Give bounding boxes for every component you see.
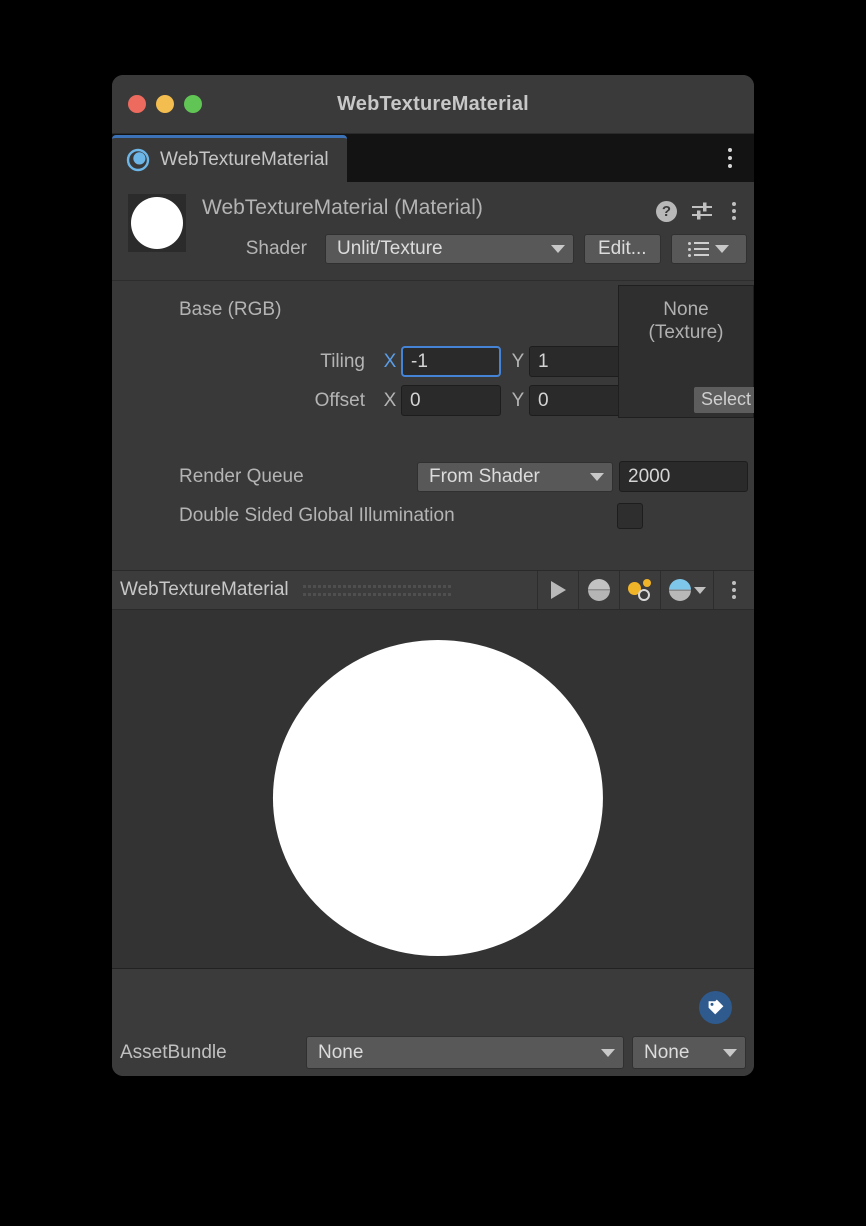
- preview-tool-group: [537, 571, 754, 609]
- preview-environment-button[interactable]: [660, 571, 713, 609]
- kebab-menu-icon: [728, 579, 740, 601]
- double-sided-gi-checkbox[interactable]: [617, 503, 643, 529]
- double-sided-gi-label: Double Sided Global Illumination: [179, 505, 455, 526]
- tiling-x-axis-label[interactable]: X: [379, 351, 401, 373]
- offset-label: Offset: [314, 389, 365, 411]
- chevron-down-icon: [693, 586, 706, 594]
- render-queue-mode: From Shader: [429, 465, 540, 487]
- inspector-kebab-menu-icon[interactable]: [728, 200, 740, 222]
- chevron-down-icon: [715, 245, 730, 253]
- play-icon: [550, 581, 566, 599]
- preview-play-button[interactable]: [537, 571, 578, 609]
- material-sphere-icon: [126, 148, 150, 172]
- shader-dropdown[interactable]: Unlit/Texture: [325, 234, 574, 264]
- tiling-y-input[interactable]: 1: [529, 346, 629, 377]
- header-icon-group: ?: [656, 200, 740, 222]
- shader-label: Shader: [245, 238, 307, 259]
- material-properties: Base (RGB) Tiling X -1 Y 1 Offset X 0 Y …: [112, 281, 754, 571]
- assetbundle-name-dropdown[interactable]: None: [306, 1036, 624, 1069]
- minimize-window-button[interactable]: [156, 95, 174, 113]
- render-queue-value-input[interactable]: 2000: [619, 461, 748, 492]
- offset-y-axis-label[interactable]: Y: [507, 390, 529, 412]
- chevron-down-icon: [590, 472, 604, 481]
- tiling-y-axis-label[interactable]: Y: [507, 351, 529, 373]
- offset-x-axis-label[interactable]: X: [379, 390, 401, 412]
- material-title: WebTextureMaterial (Material): [202, 196, 483, 219]
- preview-options-button[interactable]: [713, 571, 754, 609]
- assetbundle-variant-value: None: [644, 1041, 690, 1063]
- edit-shader-button[interactable]: Edit...: [584, 234, 661, 264]
- preview-sphere: [272, 640, 603, 956]
- assetbundle-row: AssetBundle None None: [120, 1036, 746, 1069]
- preview-mesh-button[interactable]: [578, 571, 619, 609]
- texture-slot-text: None (Texture): [619, 298, 753, 344]
- preview-lighting-button[interactable]: [619, 571, 660, 609]
- tab-webtexturematerial[interactable]: WebTextureMaterial: [112, 135, 347, 182]
- window-titlebar: WebTextureMaterial: [112, 75, 754, 134]
- traffic-light-group: [128, 95, 202, 113]
- preview-toolbar: WebTextureMaterial: [112, 571, 754, 610]
- assetbundle-name-value: None: [318, 1041, 364, 1063]
- lighting-icon: [628, 579, 652, 601]
- tiling-x-input[interactable]: -1: [401, 346, 501, 377]
- shader-dropdown-value: Unlit/Texture: [337, 238, 443, 259]
- offset-x-input[interactable]: 0: [401, 385, 501, 416]
- render-queue-row: Render Queue From Shader 2000: [112, 461, 748, 492]
- sphere-icon: [588, 579, 610, 601]
- inspector-window: WebTextureMaterial WebTextureMaterial We…: [112, 75, 754, 1076]
- offset-row: Offset X 0 Y 0: [112, 385, 629, 416]
- help-icon[interactable]: ?: [656, 200, 677, 222]
- environment-sphere-icon: [668, 579, 691, 601]
- tiling-row: Tiling X -1 Y 1: [112, 346, 629, 377]
- assetbundle-label: AssetBundle: [120, 1041, 227, 1063]
- chevron-down-icon: [601, 1048, 615, 1057]
- asset-label-tag-icon[interactable]: [699, 991, 732, 1024]
- window-title: WebTextureMaterial: [337, 92, 529, 115]
- texture-select-button[interactable]: Select: [693, 387, 754, 413]
- preset-icon[interactable]: [691, 201, 714, 221]
- render-queue-label: Render Queue: [179, 465, 304, 487]
- preview-title: WebTextureMaterial: [120, 579, 289, 600]
- tab-bar: WebTextureMaterial: [112, 134, 754, 182]
- texture-slot-line2: (Texture): [648, 322, 724, 344]
- base-rgb-label: Base (RGB): [179, 299, 282, 320]
- tab-label: WebTextureMaterial: [160, 149, 329, 170]
- tiling-label: Tiling: [320, 350, 365, 372]
- texture-slot-line1: None: [663, 299, 709, 320]
- shader-list-button[interactable]: [670, 234, 747, 264]
- zoom-window-button[interactable]: [184, 95, 202, 113]
- thumbnail-sphere: [131, 197, 183, 249]
- close-window-button[interactable]: [128, 95, 146, 113]
- offset-y-input[interactable]: 0: [529, 385, 629, 416]
- shader-row: Shader Unlit/Texture Edit...: [202, 234, 747, 264]
- inspector-header: WebTextureMaterial (Material) ? Shader U…: [112, 182, 754, 281]
- double-sided-gi-row: Double Sided Global Illumination: [112, 503, 643, 529]
- assetbundle-variant-dropdown[interactable]: None: [632, 1036, 746, 1069]
- chevron-down-icon: [723, 1048, 737, 1057]
- shader-list-icon: [688, 241, 710, 257]
- preview-drag-handle[interactable]: [302, 584, 453, 596]
- base-texture-object-field[interactable]: None (Texture) Select: [618, 285, 754, 418]
- material-preview-thumbnail: [128, 194, 186, 252]
- tabbar-kebab-menu-icon[interactable]: [728, 148, 732, 168]
- render-queue-dropdown[interactable]: From Shader: [417, 461, 613, 492]
- chevron-down-icon: [551, 245, 565, 253]
- material-preview-viewport[interactable]: [112, 610, 754, 969]
- asset-footer: AssetBundle None None: [112, 969, 754, 1076]
